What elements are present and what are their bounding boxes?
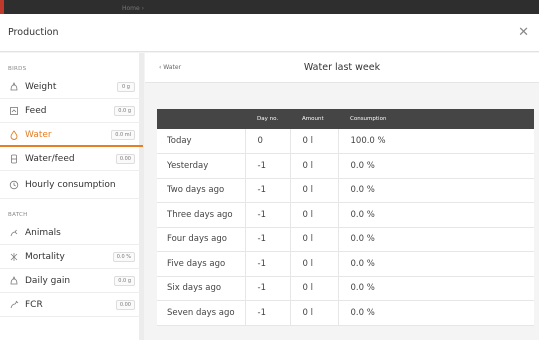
feed-icon <box>8 105 19 116</box>
background-window-bar: Home › <box>0 0 539 14</box>
table-row: Yesterday -1 0 l 0.0 % <box>157 153 534 179</box>
table-row: Four days ago -1 0 l 0.0 % <box>157 227 534 252</box>
table-row: Five days ago -1 0 l 0.0 % <box>157 251 534 277</box>
table-cell: -1 <box>245 202 291 228</box>
sidebar-item-label: Water/feed <box>25 153 75 164</box>
sidebar-item-water[interactable]: Water 0.0 ml <box>0 123 143 147</box>
animals-icon <box>8 227 19 238</box>
column-header: Consumption <box>338 109 534 129</box>
table-cell: Today <box>157 129 246 154</box>
sidebar: BIRDS Weight 0 g Feed 0.0 g Water 0.0 ml <box>0 53 144 340</box>
table-cell: 0.0 % <box>338 202 534 228</box>
sidebar-item-feed[interactable]: Feed 0.0 g <box>0 99 143 123</box>
table-row: Seven days ago -1 0 l 0.0 % <box>157 300 534 326</box>
fcr-icon <box>8 299 19 310</box>
sidebar-item-water-feed[interactable]: Water/feed 0.00 <box>0 147 143 171</box>
sidebar-item-badge: 0.0 ml <box>111 129 135 140</box>
close-icon[interactable]: ✕ <box>518 26 529 39</box>
table-row: Six days ago -1 0 l 0.0 % <box>157 276 534 301</box>
table-cell: 0 l <box>290 202 339 228</box>
table-header-row: Day no. Amount Consumption <box>157 109 534 129</box>
main-header: ‹ Water Water last week <box>145 53 539 83</box>
sidebar-item-label: Mortality <box>25 251 65 262</box>
table-row: Two days ago -1 0 l 0.0 % <box>157 178 534 203</box>
sidebar-item-fcr[interactable]: FCR 0.00 <box>0 293 143 317</box>
production-modal: Production ✕ BIRDS Weight 0 g Feed 0.0 g… <box>0 14 539 340</box>
table-cell: -1 <box>245 276 291 301</box>
column-header <box>157 109 245 129</box>
sidebar-item-label: Feed <box>25 105 47 116</box>
sidebar-item-label: Daily gain <box>25 275 71 286</box>
table-cell: 0.0 % <box>338 153 534 179</box>
table-cell: 0.0 % <box>338 227 534 252</box>
main-panel: ‹ Water Water last week Day no. Amount C… <box>145 53 539 340</box>
sidebar-item-label: Hourly consumption <box>25 179 116 190</box>
table-cell: 0 l <box>290 227 339 252</box>
table-cell: 0.0 % <box>338 276 534 301</box>
mortality-icon <box>8 251 19 262</box>
section-label-batch: BATCH <box>8 212 28 218</box>
modal-header: Production ✕ <box>0 14 539 52</box>
table-cell: 0 l <box>290 129 339 154</box>
background-breadcrumb: Home › <box>122 5 145 12</box>
sidebar-item-badge: 0.0 g <box>114 275 135 286</box>
table-cell: -1 <box>245 227 291 252</box>
clock-icon <box>8 179 19 190</box>
sidebar-item-mortality[interactable]: Mortality 0.0 % <box>0 245 143 269</box>
daily-gain-icon <box>8 275 19 286</box>
sidebar-item-hourly-consumption[interactable]: Hourly consumption <box>0 171 143 199</box>
column-header: Amount <box>290 109 338 129</box>
table-cell: 0 l <box>290 300 339 326</box>
sidebar-item-weight[interactable]: Weight 0 g <box>0 75 143 99</box>
water-feed-icon <box>8 153 19 164</box>
modal-title: Production <box>8 27 59 38</box>
sidebar-item-daily-gain[interactable]: Daily gain 0.0 g <box>0 269 143 293</box>
sidebar-item-badge: 0.00 <box>115 299 135 310</box>
water-table: Day no. Amount Consumption Today 0 0 l 1… <box>157 109 534 326</box>
table-cell: 0 l <box>290 153 339 179</box>
column-header: Day no. <box>245 109 290 129</box>
sidebar-item-animals[interactable]: Animals <box>0 221 143 245</box>
table-cell: 0.0 % <box>338 251 534 277</box>
table-cell: 0 l <box>290 178 339 203</box>
sidebar-item-badge: 0.00 <box>115 153 135 164</box>
table-cell: -1 <box>245 178 291 203</box>
sidebar-item-badge: 0.0 g <box>114 105 135 116</box>
weight-icon <box>8 81 19 92</box>
sidebar-item-label: Water <box>25 129 52 140</box>
table-cell: 0 l <box>290 251 339 277</box>
sidebar-item-label: Animals <box>25 227 61 238</box>
sidebar-item-badge: 0 g <box>117 81 135 92</box>
table-cell: Three days ago <box>157 202 246 228</box>
water-drop-icon <box>8 129 19 140</box>
table-cell: -1 <box>245 300 291 326</box>
page-title: Water last week <box>303 62 381 73</box>
table-cell: Five days ago <box>157 251 246 277</box>
table-cell: Two days ago <box>157 178 246 203</box>
table-row: Three days ago -1 0 l 0.0 % <box>157 202 534 228</box>
sidebar-item-label: Weight <box>25 81 57 92</box>
table-cell: Yesterday <box>157 153 246 179</box>
background-accent <box>0 0 4 14</box>
table-cell: 100.0 % <box>338 129 534 154</box>
table-cell: 0.0 % <box>338 178 534 203</box>
section-label-birds: BIRDS <box>8 66 27 72</box>
back-link[interactable]: ‹ Water <box>159 64 181 71</box>
table-cell: Six days ago <box>157 276 246 301</box>
sidebar-item-badge: 0.0 % <box>112 251 135 262</box>
table-cell: Seven days ago <box>157 300 246 326</box>
table-cell: -1 <box>245 251 291 277</box>
table-cell: 0 <box>245 129 291 154</box>
table-cell: -1 <box>245 153 291 179</box>
table-row: Today 0 0 l 100.0 % <box>157 129 534 154</box>
table-cell: 0 l <box>290 276 339 301</box>
sidebar-item-label: FCR <box>25 299 43 310</box>
table-cell: 0.0 % <box>338 300 534 326</box>
table-cell: Four days ago <box>157 227 246 252</box>
